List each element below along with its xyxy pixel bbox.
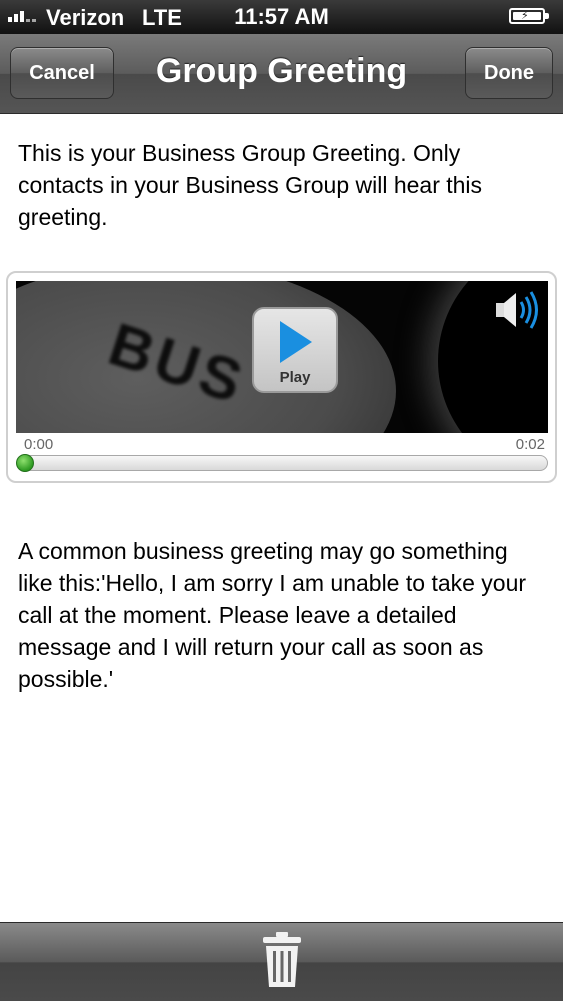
play-button[interactable]: Play — [252, 307, 338, 393]
total-time: 0:02 — [515, 436, 545, 453]
example-greeting-text: A common business greeting may go someth… — [18, 538, 527, 692]
bottom-toolbar — [0, 922, 563, 1001]
progress-slider[interactable] — [16, 454, 548, 472]
play-label: Play — [279, 369, 311, 386]
cancel-button[interactable]: Cancel — [10, 47, 114, 99]
play-icon — [280, 321, 312, 363]
trash-icon[interactable] — [261, 931, 303, 989]
intro-text: This is your Business Group Greeting. On… — [18, 140, 483, 230]
page-title: Group Greeting — [155, 52, 408, 90]
progress-knob[interactable] — [16, 454, 34, 472]
battery-charging-icon: ⚡ — [509, 8, 549, 24]
done-button[interactable]: Done — [465, 47, 553, 99]
navigation-bar: Cancel Group Greeting Done — [0, 34, 563, 114]
speaker-icon[interactable] — [494, 287, 542, 335]
current-time: 0:00 — [24, 436, 54, 453]
player-preview: BUS Play — [16, 281, 548, 433]
status-time: 11:57 AM — [234, 4, 329, 29]
audio-player: BUS Play 0:00 0:02 — [6, 271, 557, 483]
status-bar: Verizon LTE 11:57 AM ⚡ — [0, 0, 563, 34]
